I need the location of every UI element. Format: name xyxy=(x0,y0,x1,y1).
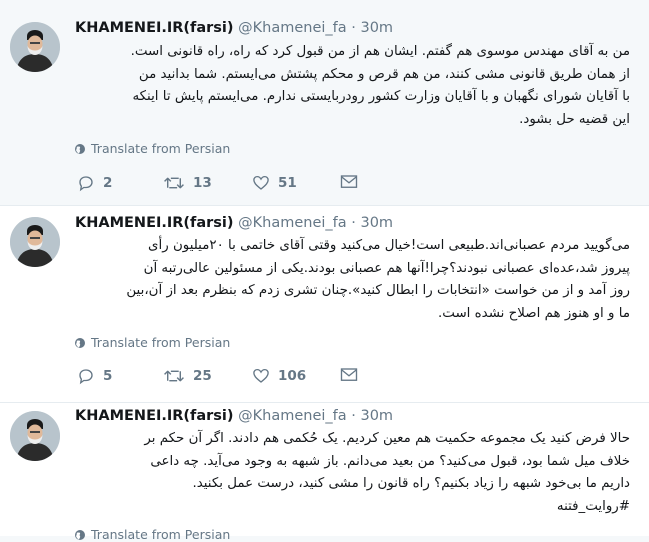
translate-link[interactable]: Translate from Persian xyxy=(74,141,230,156)
tweet-text-line: حالا فرض کنید یک مجموعه حکمیت هم معین کر… xyxy=(144,431,630,446)
retweet-button[interactable]: 13 xyxy=(163,174,212,192)
tweet-text: من به آقای مهندس موسوی هم گفتم. ایشان هم… xyxy=(72,41,630,131)
avatar[interactable] xyxy=(10,22,60,72)
reply-button[interactable]: 5 xyxy=(77,367,112,385)
tweet-text-line: من به آقای مهندس موسوی هم گفتم. ایشان هم… xyxy=(130,44,630,59)
tweet-text: می‌گویید مردم عصبانی‌اند.طبیعی است!خیال … xyxy=(72,235,630,325)
translate-label: Translate from Persian xyxy=(91,141,231,156)
avatar[interactable] xyxy=(10,411,60,461)
timestamp[interactable]: 30m xyxy=(360,215,393,231)
display-name[interactable]: KHAMENEI.IR(farsi) xyxy=(75,408,234,424)
reply-count: 2 xyxy=(103,175,113,191)
direct-message-button[interactable] xyxy=(340,174,358,190)
heart-icon xyxy=(253,175,269,190)
user-handle[interactable]: @Khamenei_fa xyxy=(238,215,347,231)
translate-label: Translate from Persian xyxy=(91,527,231,542)
direct-message-button[interactable] xyxy=(340,367,358,383)
tweet-text-line: از همان طریق قانونی مشی کنند، من هم قرص … xyxy=(138,66,630,82)
user-handle[interactable]: @Khamenei_fa xyxy=(238,20,347,36)
globe-icon xyxy=(75,337,85,348)
display-name[interactable]: KHAMENEI.IR(farsi) xyxy=(75,20,234,36)
envelope-icon xyxy=(340,175,358,188)
separator-dot: · xyxy=(351,20,356,36)
heart-icon xyxy=(253,368,269,383)
retweet-button[interactable]: 25 xyxy=(163,367,212,385)
tweet[interactable]: KHAMENEI.IR(farsi) @Khamenei_fa · 30m من… xyxy=(0,0,649,205)
tweet-text-line: با آقایان شورای نگهبان و با آقایان وزارت… xyxy=(132,89,630,104)
timestamp[interactable]: 30m xyxy=(360,20,393,36)
translate-label: Translate from Persian xyxy=(91,335,231,350)
retweet-count: 25 xyxy=(193,368,212,384)
envelope-icon xyxy=(340,368,358,381)
reply-count: 5 xyxy=(103,368,113,384)
retweet-icon xyxy=(164,370,184,382)
retweet-icon xyxy=(164,177,184,189)
reply-icon xyxy=(79,369,93,385)
tweet-text-line: این قضیه حل بشود. xyxy=(519,111,630,127)
display-name[interactable]: KHAMENEI.IR(farsi) xyxy=(75,215,234,231)
avatar[interactable] xyxy=(10,217,60,267)
user-handle[interactable]: @Khamenei_fa xyxy=(238,408,347,424)
tweet[interactable]: KHAMENEI.IR(farsi) @Khamenei_fa · 30m می… xyxy=(0,206,649,402)
tweet-text-line: خلاف میل شما بود، قبول می‌کنید؟ من بعید … xyxy=(150,453,630,469)
like-button[interactable]: 106 xyxy=(252,367,306,385)
tweet-text-line: می‌گویید مردم عصبانی‌اند.طبیعی است!خیال … xyxy=(148,238,630,253)
hashtag-link[interactable]: #روایت_فتنه xyxy=(72,496,630,519)
like-count: 51 xyxy=(278,175,297,191)
globe-icon xyxy=(75,529,85,540)
tweet-text-line: داریم ما بی‌خود شبهه را زیاد بکنیم؟ راه … xyxy=(192,476,630,491)
reply-button[interactable]: 2 xyxy=(77,174,112,192)
tweet-text: حالا فرض کنید یک مجموعه حکمیت هم معین کر… xyxy=(72,428,630,518)
separator-dot: · xyxy=(351,215,356,231)
like-count: 106 xyxy=(278,368,307,384)
separator-dot: · xyxy=(351,408,356,424)
tweet-text-line: پیروز شد،عده‌ای عصبانی نبودند؟چرا!آنها ه… xyxy=(143,260,630,276)
tweet-text-line: ما و او هنوز هم اصلاح نشده است. xyxy=(438,305,630,321)
timestamp[interactable]: 30m xyxy=(360,408,393,424)
tweet-header: KHAMENEI.IR(farsi) @Khamenei_fa · 30m xyxy=(75,215,393,231)
tweet-header: KHAMENEI.IR(farsi) @Khamenei_fa · 30m xyxy=(75,408,393,424)
tweet-text-line: روز آمد و از من خواست «انتخابات را ابطال… xyxy=(126,283,630,298)
like-button[interactable]: 51 xyxy=(252,174,297,192)
reply-icon xyxy=(79,176,93,192)
globe-icon xyxy=(75,143,85,154)
tweet[interactable]: KHAMENEI.IR(farsi) @Khamenei_fa · 30m حا… xyxy=(0,403,649,542)
translate-link[interactable]: Translate from Persian xyxy=(74,527,230,542)
translate-link[interactable]: Translate from Persian xyxy=(74,335,230,350)
retweet-count: 13 xyxy=(193,175,212,191)
tweet-header: KHAMENEI.IR(farsi) @Khamenei_fa · 30m xyxy=(75,20,393,36)
